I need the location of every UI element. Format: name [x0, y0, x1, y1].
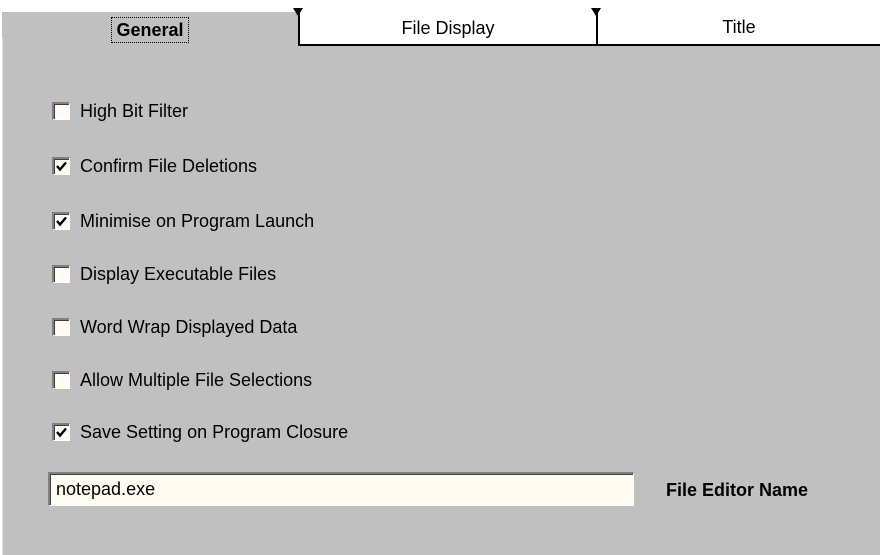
tab-notch-icon [591, 8, 601, 16]
option-multiple-selections[interactable]: Allow Multiple File Selections [52, 369, 312, 391]
option-label: Allow Multiple File Selections [80, 370, 313, 390]
tab-general-label: General [111, 17, 189, 43]
option-word-wrap[interactable]: Word Wrap Displayed Data [52, 316, 297, 338]
option-display-executable-files[interactable]: Display Executable Files [52, 263, 276, 285]
option-minimise-on-launch[interactable]: Minimise on Program Launch [52, 210, 314, 232]
top-edge [0, 0, 880, 10]
checkbox-high-bit-filter[interactable] [52, 102, 70, 120]
option-label: High Bit Filter [80, 101, 189, 121]
tab-notch-icon [293, 8, 303, 16]
tab-strip: General File Display Title [0, 8, 880, 48]
checkmark-icon [56, 161, 67, 172]
checkbox-multiple-selections[interactable] [52, 371, 70, 389]
file-editor-label: File Editor Name [666, 480, 809, 500]
option-label: Save Setting on Program Closure [80, 422, 349, 442]
tab-title[interactable]: Title [596, 10, 880, 46]
option-save-settings[interactable]: Save Setting on Program Closure [52, 421, 348, 443]
option-label: Word Wrap Displayed Data [80, 317, 298, 337]
tab-title-label: Title [722, 16, 756, 37]
settings-panel: General File Display Title High Bit Filt… [0, 0, 880, 555]
file-editor-input[interactable] [48, 472, 634, 506]
option-high-bit-filter[interactable]: High Bit Filter [52, 100, 188, 122]
checkbox-confirm-file-deletions[interactable] [52, 157, 70, 175]
tab-general[interactable]: General [0, 10, 298, 48]
checkmark-icon [56, 427, 67, 438]
checkmark-icon [56, 216, 67, 227]
panel-border-left-inner [2, 38, 3, 555]
option-label: Display Executable Files [80, 264, 277, 284]
tab-file-display-label: File Display [401, 17, 495, 38]
checkbox-minimise-on-launch[interactable] [52, 212, 70, 230]
checkbox-display-executable-files[interactable] [52, 265, 70, 283]
checkbox-save-settings[interactable] [52, 423, 70, 441]
tab-file-display[interactable]: File Display [298, 10, 596, 46]
option-label: Minimise on Program Launch [80, 211, 315, 231]
option-confirm-file-deletions[interactable]: Confirm File Deletions [52, 155, 257, 177]
option-label: Confirm File Deletions [80, 156, 258, 176]
checkbox-word-wrap[interactable] [52, 318, 70, 336]
